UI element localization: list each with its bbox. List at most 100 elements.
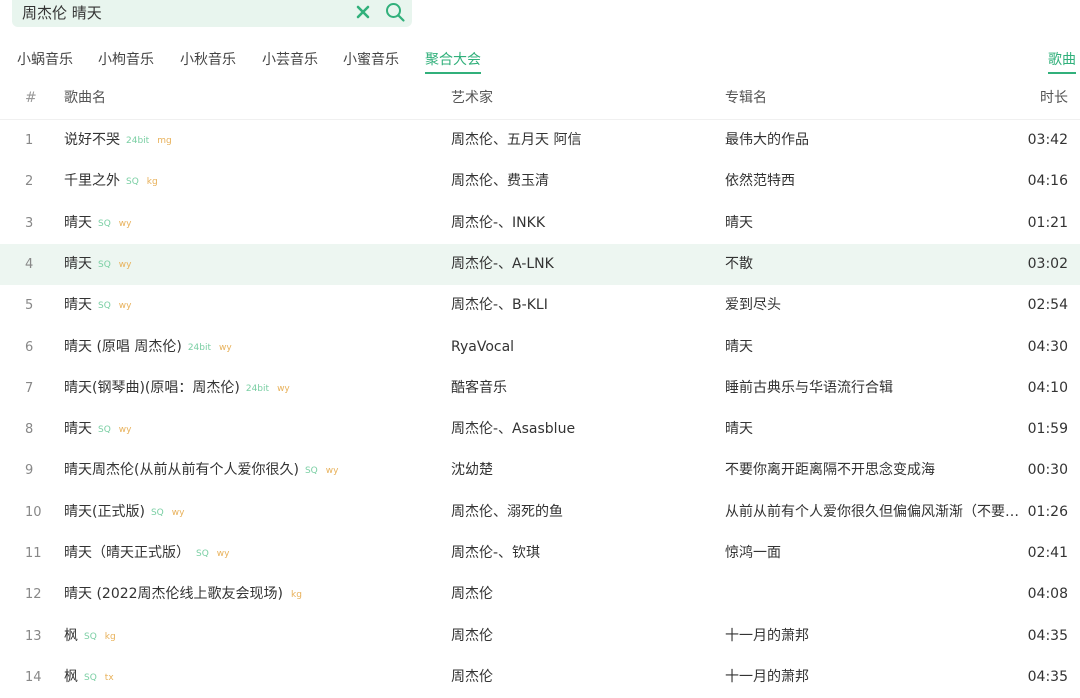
album-name[interactable]: 晴天 — [725, 409, 1021, 450]
song-duration: 00:30 — [1027, 462, 1068, 479]
song-title-cell[interactable]: 晴天(正式版) SQ wy — [64, 492, 444, 533]
table-row[interactable]: 10 晴天(正式版) SQ wy 周杰伦、溺死的鱼 从前从前有个人爱你很久但偏偏风渐渐（不… — [0, 492, 1080, 533]
artist-name[interactable]: RyaVocal — [451, 327, 711, 368]
song-title: 说好不哭 — [64, 132, 120, 148]
album-name[interactable]: 最伟大的作品 — [725, 120, 1021, 161]
song-title-cell[interactable]: 晴天(钢琴曲)(原唱：周杰伦) 24bit wy — [64, 368, 444, 409]
song-title-cell[interactable]: 晴天 (原唱 周杰伦) 24bit wy — [64, 327, 444, 368]
search-icon[interactable] — [384, 1, 406, 23]
song-title-cell[interactable]: 千里之外 SQ kg — [64, 161, 444, 202]
search-input[interactable] — [12, 0, 412, 25]
song-title-cell[interactable]: 晴天周杰伦(从前从前有个人爱你很久) SQ wy — [64, 450, 444, 491]
song-title-cell[interactable]: 晴天（晴天正式版） SQ wy — [64, 533, 444, 574]
album-name[interactable]: 爱到尽头 — [725, 285, 1021, 326]
album-name[interactable]: 惊鸿一面 — [725, 533, 1021, 574]
album-name[interactable]: 依然范特西 — [725, 161, 1021, 202]
artist-name[interactable]: 周杰伦、溺死的鱼 — [451, 492, 711, 533]
song-title-cell[interactable]: 说好不哭 24bit mg — [64, 120, 444, 161]
tab-source-1[interactable]: 小蜗音乐 — [17, 49, 73, 69]
quality-badge: 24bit — [245, 383, 270, 394]
song-title-cell[interactable]: 晴天 SQ wy — [64, 203, 444, 244]
table-row[interactable]: 1 说好不哭 24bit mg 周杰伦、五月天 阿信 最伟大的作品 03:42 — [0, 120, 1080, 161]
table-row[interactable]: 3 晴天 SQ wy 周杰伦-、INKK 晴天 01:21 — [0, 203, 1080, 244]
table-row[interactable]: 4 晴天 SQ wy 周杰伦-、A-LNK 不散 03:02 — [0, 243, 1080, 285]
table-row[interactable]: 12 晴天 (2022周杰伦线上歌友会现场) kg 周杰伦 04:08 — [0, 574, 1080, 615]
song-title-cell[interactable]: 晴天 SQ wy — [64, 244, 444, 285]
header-album[interactable]: 专辑名 — [725, 78, 1021, 119]
song-title-cell[interactable]: 晴天 SQ wy — [64, 409, 444, 450]
tab-source-3[interactable]: 小秋音乐 — [180, 49, 236, 69]
table-row[interactable]: 6 晴天 (原唱 周杰伦) 24bit wy RyaVocal 晴天 04:30 — [0, 327, 1080, 368]
table-row[interactable]: 2 千里之外 SQ kg 周杰伦、费玉清 依然范特西 04:16 — [0, 161, 1080, 202]
header-duration[interactable]: 时长 — [1020, 78, 1068, 119]
album-name[interactable]: 晴天 — [725, 203, 1021, 244]
header-artist[interactable]: 艺术家 — [451, 78, 711, 119]
album-name[interactable] — [725, 574, 1021, 615]
tab-songs[interactable]: 歌曲 — [1048, 49, 1076, 74]
artist-name[interactable]: 沈幼楚 — [451, 450, 711, 491]
artist-name[interactable]: 周杰伦、五月天 阿信 — [451, 120, 711, 161]
source-badge: wy — [277, 383, 290, 394]
artist-name[interactable]: 周杰伦-、A-LNK — [451, 244, 711, 285]
quality-badge: SQ — [98, 425, 111, 436]
song-title: 千里之外 — [64, 173, 120, 190]
table-row[interactable]: 7 晴天(钢琴曲)(原唱：周杰伦) 24bit wy 酷客音乐 睡前古典乐与华语流行合辑 0… — [0, 368, 1080, 409]
artist-name[interactable]: 周杰伦 — [451, 616, 711, 657]
source-badge: tx — [104, 672, 114, 683]
tab-source-5[interactable]: 小蜜音乐 — [343, 49, 399, 69]
song-title-cell[interactable]: 枫 SQ kg — [64, 616, 444, 657]
song-duration: 04:35 — [1027, 627, 1068, 644]
close-icon[interactable] — [354, 3, 372, 21]
artist-name[interactable]: 周杰伦 — [451, 574, 711, 615]
row-index: 3 — [25, 215, 34, 231]
album-name[interactable]: 不散 — [725, 244, 1021, 285]
source-badge: wy — [216, 549, 230, 559]
source-badge: wy — [118, 218, 132, 229]
artist-name[interactable]: 周杰伦-、钦琪 — [451, 533, 711, 574]
table-row[interactable]: 13 枫 SQ kg 周杰伦 十一月的萧邦 04:35 — [0, 616, 1080, 657]
song-duration: 02:41 — [1027, 545, 1068, 561]
row-index: 10 — [25, 504, 42, 520]
tab-aggregate-label: 聚合大会 — [425, 52, 481, 68]
tab-aggregate[interactable]: 聚合大会 — [425, 49, 481, 74]
source-tabs: 小蜗音乐 小枸音乐 小秋音乐 小芸音乐 小蜜音乐 聚合大会 歌曲 — [0, 46, 1080, 74]
row-index: 4 — [25, 256, 34, 272]
album-name[interactable]: 从前从前有个人爱你很久但偏偏风渐渐（不要你... — [725, 492, 1021, 533]
album-name[interactable]: 不要你离开距离隔不开思念变成海 — [725, 450, 1021, 491]
quality-badge: SQ — [304, 466, 318, 477]
song-title: 枫 — [64, 627, 78, 644]
artist-name[interactable]: 酷客音乐 — [451, 368, 711, 409]
artist-name[interactable]: 周杰伦 — [451, 657, 711, 698]
source-badge: kg — [146, 177, 158, 188]
song-duration: 01:26 — [1027, 503, 1068, 520]
album-name[interactable]: 晴天 — [725, 327, 1021, 368]
source-badge: kg — [104, 631, 116, 642]
table-header: # 歌曲名 艺术家 专辑名 时长 — [0, 78, 1080, 120]
song-title-cell[interactable]: 晴天 SQ wy — [64, 285, 444, 326]
table-row[interactable]: 11 晴天（晴天正式版） SQ wy 周杰伦-、钦琪 惊鸿一面 02:41 — [0, 533, 1080, 574]
artist-name[interactable]: 周杰伦-、Asasblue — [451, 409, 711, 450]
table-row[interactable]: 8 晴天 SQ wy 周杰伦-、Asasblue 晴天 01:59 — [0, 409, 1080, 450]
source-badge: mg — [157, 136, 172, 146]
artist-name[interactable]: 周杰伦-、B-KLI — [451, 285, 711, 326]
table-row[interactable]: 5 晴天 SQ wy 周杰伦-、B-KLI 爱到尽头 02:54 — [0, 285, 1080, 326]
quality-badge: SQ — [98, 259, 111, 270]
row-index: 13 — [25, 628, 42, 644]
tab-source-2[interactable]: 小枸音乐 — [98, 49, 154, 69]
tab-source-4[interactable]: 小芸音乐 — [262, 49, 318, 69]
table-row[interactable]: 9 晴天周杰伦(从前从前有个人爱你很久) SQ wy 沈幼楚 不要你离开距离隔不开思念变成… — [0, 450, 1080, 491]
artist-name[interactable]: 周杰伦、费玉清 — [451, 161, 711, 202]
row-index: 7 — [25, 380, 34, 396]
artist-name[interactable]: 周杰伦-、INKK — [451, 203, 711, 244]
album-name[interactable]: 十一月的萧邦 — [725, 616, 1021, 657]
song-title: 晴天 (原唱 周杰伦) — [64, 338, 182, 355]
song-duration: 03:42 — [1027, 132, 1068, 148]
song-title-cell[interactable]: 枫 SQ tx — [64, 657, 444, 698]
quality-badge: SQ — [84, 631, 97, 642]
album-name[interactable]: 十一月的萧邦 — [725, 657, 1021, 698]
header-title[interactable]: 歌曲名 — [64, 78, 444, 119]
album-name[interactable]: 睡前古典乐与华语流行合辑 — [725, 368, 1021, 409]
table-row[interactable]: 14 枫 SQ tx 周杰伦 十一月的萧邦 04:35 — [0, 657, 1080, 698]
song-title-cell[interactable]: 晴天 (2022周杰伦线上歌友会现场) kg — [64, 574, 444, 615]
quality-badge: SQ — [196, 549, 209, 559]
